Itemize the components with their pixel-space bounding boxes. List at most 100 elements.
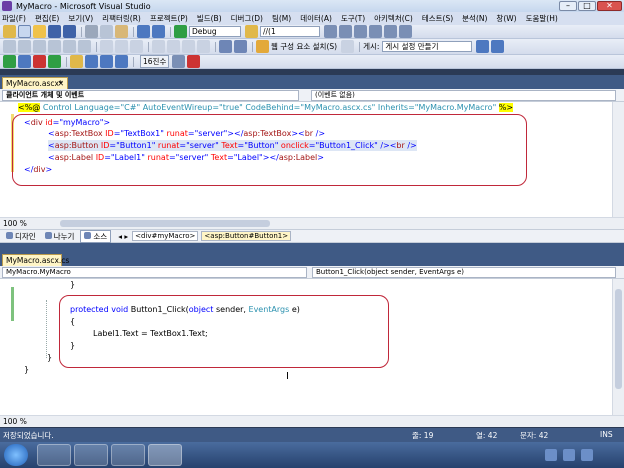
publish-settings-icon[interactable]	[491, 40, 505, 53]
menu-data[interactable]: 데이터(A)	[300, 13, 332, 24]
menu-help[interactable]: 도움말(H)	[526, 13, 558, 24]
properties-icon[interactable]	[354, 25, 367, 38]
start-page-icon[interactable]	[399, 25, 412, 38]
menu-analyze[interactable]: 분석(N)	[462, 13, 487, 24]
step-over-icon[interactable]	[100, 55, 113, 68]
client-objects-combo[interactable]: 클라이언트 개체 및 이벤트	[2, 90, 299, 101]
break-all-icon[interactable]	[18, 55, 31, 68]
find-icon[interactable]	[324, 25, 337, 38]
scroll-thumb[interactable]	[615, 289, 622, 389]
types-combo[interactable]: MyMacro.MyMacro	[2, 267, 307, 278]
vertical-scrollbar[interactable]	[612, 279, 624, 415]
menu-window[interactable]: 창(W)	[496, 13, 516, 24]
members-combo[interactable]: Button1_Click(object sender, EventArgs e…	[312, 267, 616, 278]
find-combo[interactable]: //(1	[260, 26, 320, 37]
tab-close-icon[interactable]: ✕	[58, 79, 64, 88]
web-parts-icon[interactable]	[256, 40, 269, 53]
step-out-icon[interactable]	[115, 55, 128, 68]
vertical-spacing-icon[interactable]	[167, 40, 180, 53]
menu-debug[interactable]: 디버그(D)	[231, 13, 263, 24]
align-bottom-icon[interactable]	[78, 40, 91, 53]
continue-icon[interactable]	[3, 55, 16, 68]
open-file-icon[interactable]	[33, 25, 46, 38]
copy-icon[interactable]	[100, 25, 113, 38]
tab-mymacro-ascx[interactable]: MyMacro.ascx* ✕	[2, 77, 68, 89]
tray-icon[interactable]	[563, 449, 575, 461]
menu-view[interactable]: 보기(V)	[68, 13, 93, 24]
undo-icon[interactable]	[137, 25, 150, 38]
align-middle-icon[interactable]	[63, 40, 76, 53]
save-all-icon[interactable]	[63, 25, 76, 38]
zoom-level[interactable]: 100 %	[3, 417, 27, 426]
split-view-button[interactable]: 나누기	[42, 231, 78, 242]
restart-icon[interactable]	[48, 55, 61, 68]
menu-test[interactable]: 테스트(S)	[422, 13, 453, 24]
redo-icon[interactable]	[152, 25, 165, 38]
zoom-level[interactable]: 100 %	[3, 219, 27, 228]
publish-settings-combo[interactable]: 게시 설정 만들기	[382, 41, 473, 52]
menu-file[interactable]: 파일(F)	[2, 13, 26, 24]
menu-team[interactable]: 팀(M)	[272, 13, 291, 24]
tray-icon[interactable]	[581, 449, 593, 461]
minimize-button[interactable]: –	[559, 1, 577, 11]
make-same-width-icon[interactable]	[100, 40, 113, 53]
breadcrumb-button[interactable]: <asp:Button#Button1>	[201, 231, 292, 241]
events-combo[interactable]: (이벤트 없음)	[311, 90, 616, 101]
start-debugging-icon[interactable]	[174, 25, 187, 38]
horizontal-spacing-icon[interactable]	[152, 40, 165, 53]
object-browser-icon[interactable]	[369, 25, 382, 38]
output-window-icon[interactable]	[187, 55, 201, 68]
solution-explorer-icon[interactable]	[339, 25, 352, 38]
step-into-icon[interactable]	[85, 55, 98, 68]
align-top-icon[interactable]	[48, 40, 61, 53]
tab-mymacro-ascx-cs[interactable]: MyMacro.ascx.cs	[2, 254, 69, 266]
menu-tools[interactable]: 도구(T)	[341, 13, 365, 24]
breakpoints-window-icon[interactable]	[172, 55, 186, 68]
vertical-scrollbar[interactable]	[612, 102, 624, 217]
internet-explorer-taskbar-icon[interactable]	[111, 444, 145, 466]
menu-architecture[interactable]: 아키텍처(C)	[374, 13, 413, 24]
make-same-height-icon[interactable]	[115, 40, 128, 53]
show-next-statement-icon[interactable]	[70, 55, 83, 68]
breadcrumb-div[interactable]: <div#myMacro>	[132, 231, 199, 241]
publish-web-icon[interactable]	[476, 40, 490, 53]
cut-icon[interactable]	[85, 25, 98, 38]
send-to-back-icon[interactable]	[234, 40, 247, 53]
files-taskbar-icon[interactable]	[74, 444, 108, 466]
align-center-icon[interactable]	[18, 40, 31, 53]
stop-debugging-icon[interactable]	[33, 55, 46, 68]
center-vertically-icon[interactable]	[197, 40, 210, 53]
menu-edit[interactable]: 편집(E)	[35, 13, 59, 24]
bring-to-front-icon[interactable]	[219, 40, 232, 53]
save-icon[interactable]	[48, 25, 61, 38]
align-left-icon[interactable]	[3, 40, 16, 53]
center-horizontally-icon[interactable]	[182, 40, 195, 53]
hexadecimal-toggle[interactable]: 16진수	[140, 55, 170, 68]
new-project-icon[interactable]	[3, 25, 16, 38]
markup-editor[interactable]: <%@ Control Language="C#" AutoEventWireu…	[0, 102, 624, 229]
scroll-thumb[interactable]	[60, 220, 270, 227]
visual-studio-taskbar-icon[interactable]	[148, 444, 182, 466]
add-item-icon[interactable]	[18, 25, 31, 38]
maximize-button[interactable]: □	[578, 1, 596, 11]
paste-icon[interactable]	[115, 25, 128, 38]
crumb-nav-icon[interactable]: ◂ ▸	[118, 232, 128, 241]
close-button[interactable]: ✕	[597, 1, 622, 11]
make-same-size-icon[interactable]	[130, 40, 143, 53]
menu-build[interactable]: 빌드(B)	[197, 13, 222, 24]
menu-project[interactable]: 프로젝트(P)	[150, 13, 188, 24]
menu-refactor[interactable]: 리팩터링(R)	[102, 13, 141, 24]
code-editor[interactable]: } protected void Button1_Click(object se…	[0, 279, 624, 415]
design-view-button[interactable]: 디자인	[3, 231, 39, 242]
align-right-icon[interactable]	[33, 40, 46, 53]
horizontal-scrollbar[interactable]: 100 %	[0, 415, 624, 427]
start-button[interactable]	[4, 444, 28, 466]
explorer-taskbar-icon[interactable]	[37, 444, 71, 466]
solution-config-combo[interactable]: Debug	[189, 26, 241, 37]
install-components-label[interactable]: 웹 구성 요소 설치(S)	[271, 41, 337, 52]
horizontal-scrollbar[interactable]: 100 %	[0, 217, 624, 229]
dropdown-arrow-icon[interactable]	[341, 40, 355, 53]
toolbox-icon[interactable]	[384, 25, 397, 38]
source-view-button[interactable]: 소스	[80, 229, 112, 243]
tray-icon[interactable]	[545, 449, 557, 461]
